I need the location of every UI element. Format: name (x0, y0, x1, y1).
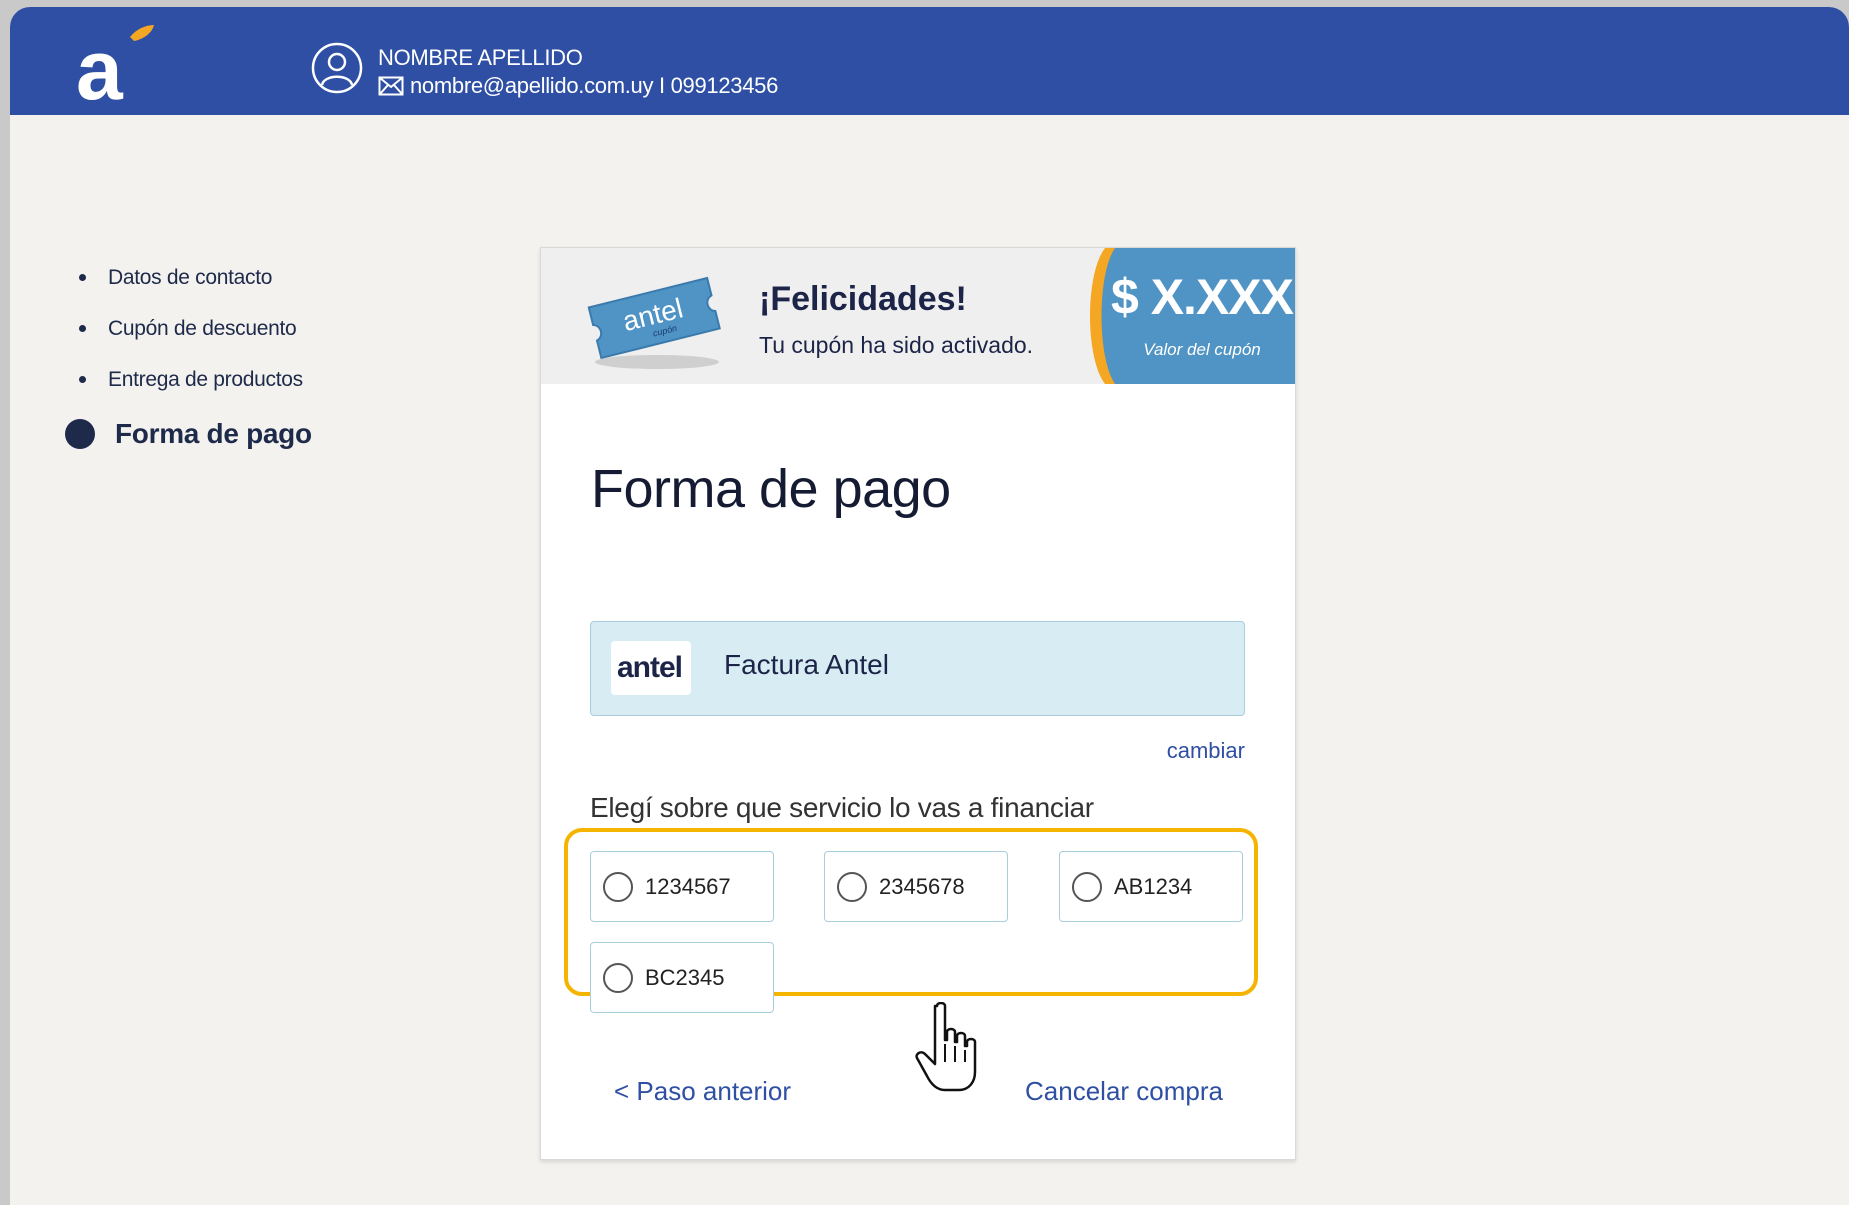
hand-cursor-icon (915, 1002, 977, 1092)
cancel-purchase-link[interactable]: Cancelar compra (1025, 1076, 1223, 1107)
service-option[interactable]: BC2345 (590, 942, 774, 1013)
radio-button[interactable] (603, 871, 633, 902)
ticket-icon: antel cupón (587, 276, 721, 369)
antel-method-logo: antel (611, 641, 691, 695)
antel-logo-icon[interactable]: a (72, 19, 162, 109)
step-label: Forma de pago (115, 418, 312, 449)
previous-step-link[interactable]: < Paso anterior (614, 1076, 791, 1107)
mail-icon (378, 76, 404, 96)
payment-method-label: Factura Antel (724, 649, 889, 680)
service-option[interactable]: 2345678 (824, 851, 1008, 922)
service-option-label: BC2345 (645, 964, 725, 990)
bullet-icon (79, 274, 86, 281)
app-window: a NOMBRE APELLIDO nombre@apellido.com.uy… (10, 7, 1849, 1205)
bullet-icon (79, 376, 86, 383)
step-item-active: Forma de pago (65, 405, 312, 463)
coupon-amount-label: Valor del cupón (1143, 340, 1261, 359)
step-item: Datos de contacto (65, 252, 312, 303)
banner-subtitle: Tu cupón ha sido activado. (759, 332, 1034, 358)
service-option[interactable]: AB1234 (1059, 851, 1243, 922)
coupon-amount: $ X.XXX (1111, 269, 1294, 325)
svg-text:a: a (76, 23, 124, 109)
banner-title: ¡Felicidades! (759, 280, 967, 318)
top-bar: a NOMBRE APELLIDO nombre@apellido.com.uy… (10, 7, 1849, 115)
step-item: Entrega de productos (65, 354, 312, 405)
user-contact-text: nombre@apellido.com.uy I 099123456 (410, 73, 779, 98)
method-logo-text: antel (617, 651, 683, 684)
page-title: Forma de pago (591, 459, 951, 519)
active-bullet-icon (65, 419, 95, 449)
radio-button[interactable] (1072, 871, 1102, 902)
service-option[interactable]: 1234567 (590, 851, 774, 922)
payment-method-box: antel Factura Antel (590, 621, 1245, 716)
service-option-label: AB1234 (1114, 873, 1193, 899)
coupon-banner: antel cupón ¡Felicidades! Tu cupón ha si… (541, 248, 1295, 384)
radio-button[interactable] (837, 871, 867, 902)
step-item: Cupón de descuento (65, 303, 312, 354)
service-choice-label: Elegí sobre que servicio lo vas a financ… (590, 792, 1094, 823)
step-label: Entrega de productos (108, 367, 303, 391)
user-icon (311, 42, 363, 94)
change-link[interactable]: cambiar (1167, 738, 1245, 764)
service-option-label: 1234567 (645, 873, 731, 899)
user-name: NOMBRE APELLIDO (378, 45, 583, 70)
service-option-label: 2345678 (879, 873, 965, 899)
radio-button[interactable] (603, 962, 633, 993)
step-label: Datos de contacto (108, 265, 273, 289)
bullet-icon (79, 325, 86, 332)
step-list: Datos de contacto Cupón de descuento Ent… (65, 252, 312, 463)
user-contact: nombre@apellido.com.uy I 099123456 (378, 73, 778, 99)
step-label: Cupón de descuento (108, 316, 297, 340)
